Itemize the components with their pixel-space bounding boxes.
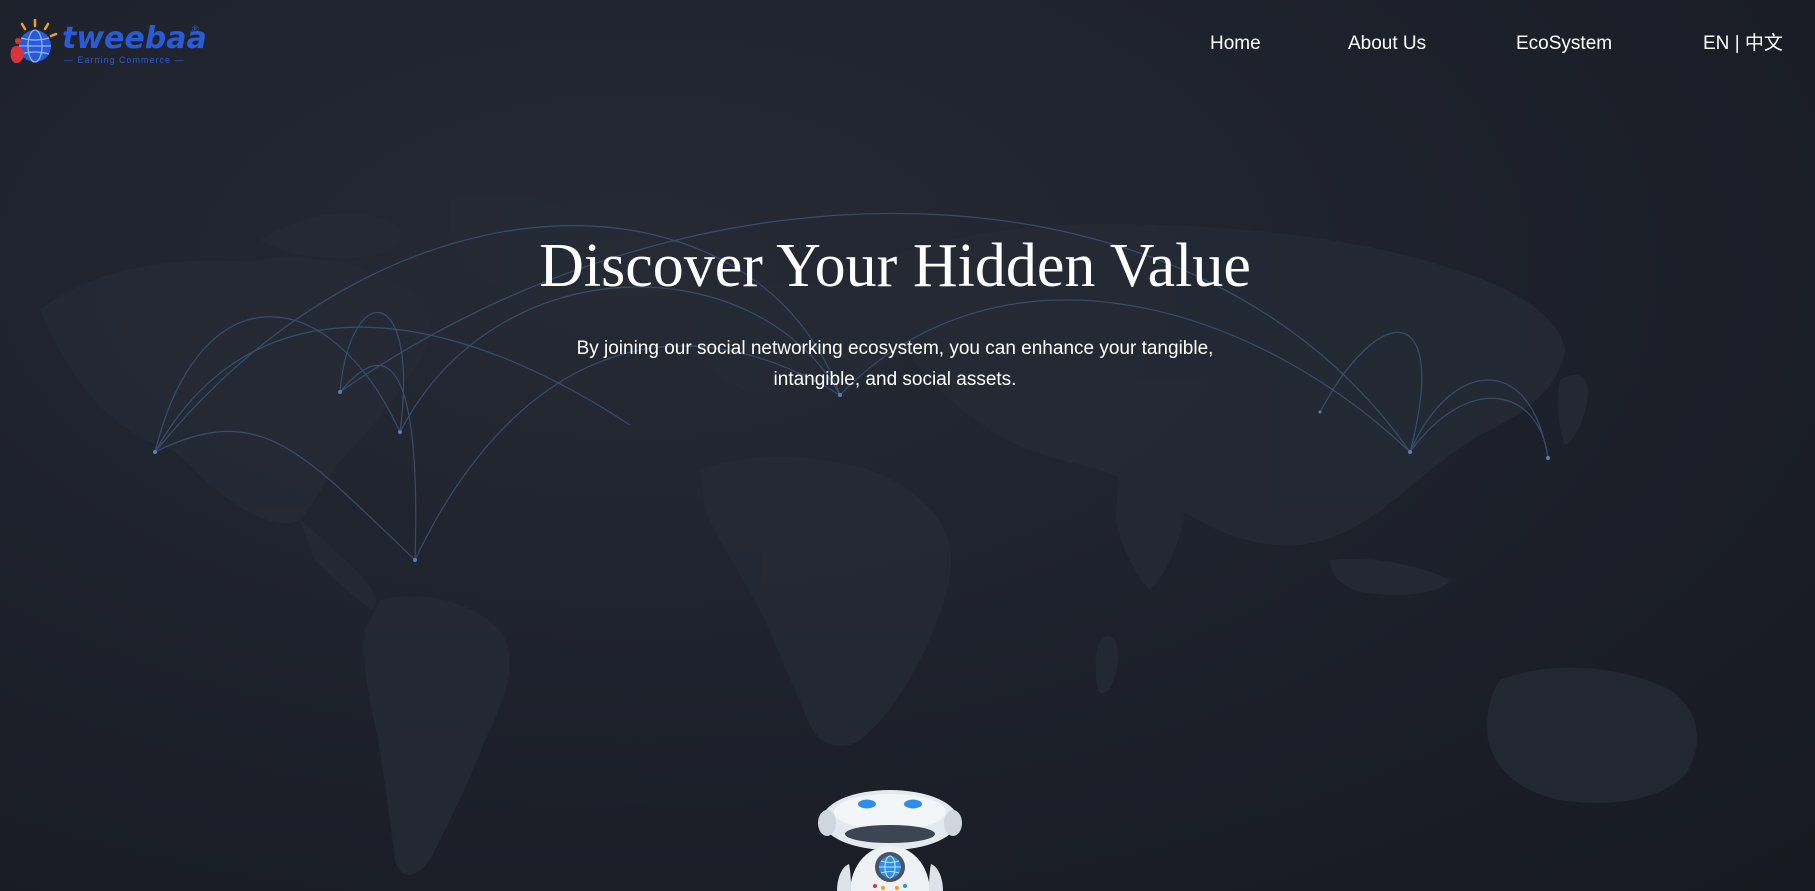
lang-zh-option[interactable]: 中文	[1745, 33, 1783, 54]
hero-subtitle-line-2: intangible, and social assets.	[773, 369, 1017, 390]
nav-home-link[interactable]: Home	[1210, 30, 1261, 58]
nav-about-us-link[interactable]: About Us	[1348, 30, 1426, 58]
lang-en-option[interactable]: EN	[1703, 33, 1729, 54]
nav-ecosystem-link[interactable]: EcoSystem	[1516, 30, 1612, 58]
hero-subtitle: By joining our social networking ecosyst…	[545, 333, 1245, 395]
lang-separator: |	[1734, 33, 1740, 54]
language-switcher: EN | 中文	[1703, 30, 1783, 58]
site-header: tweebaa ® — Earning Commerce — Home Abou…	[0, 0, 1815, 88]
brand-logo[interactable]: tweebaa ® — Earning Commerce —	[8, 18, 207, 70]
brand-wordmark: tweebaa	[62, 21, 207, 56]
brand-tagline: — Earning Commerce —	[64, 55, 185, 65]
globe-logo-icon	[10, 18, 58, 64]
robot-mascot-icon	[818, 790, 962, 891]
registered-mark: ®	[192, 24, 199, 34]
hero-title: Discover Your Hidden Value	[539, 232, 1251, 300]
hero-subtitle-line-1: By joining our social networking ecosyst…	[576, 338, 1214, 359]
world-map-background	[40, 193, 1697, 875]
